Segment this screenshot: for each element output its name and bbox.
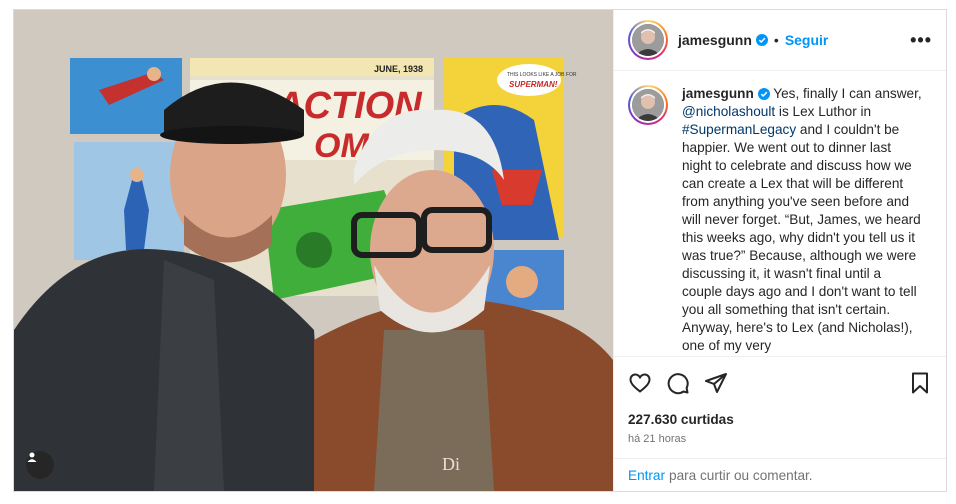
comic-bubble: THIS LOOKS LIKE A JOB FOR bbox=[507, 72, 577, 78]
verified-badge-icon bbox=[757, 88, 770, 101]
post-sidebar: jamesgunn • Seguir ••• jamesgunn Yes, fi… bbox=[613, 10, 946, 491]
follow-button[interactable]: Seguir bbox=[785, 32, 829, 48]
login-link[interactable]: Entrar bbox=[628, 468, 665, 483]
user-tag-icon[interactable] bbox=[26, 451, 54, 479]
separator: • bbox=[773, 32, 779, 48]
heart-icon[interactable] bbox=[628, 371, 652, 395]
mention-link[interactable]: @nicholashoult bbox=[682, 104, 775, 119]
login-prompt-text: para curtir ou comentar. bbox=[669, 467, 813, 483]
action-bar bbox=[614, 356, 946, 408]
post-timestamp[interactable]: há 21 horas bbox=[614, 433, 946, 445]
username[interactable]: jamesgunn bbox=[678, 32, 752, 48]
hashtag-link[interactable]: #SupermanLegacy bbox=[682, 122, 796, 137]
comic-bubble-2: SUPERMAN! bbox=[509, 80, 558, 89]
avatar[interactable] bbox=[628, 20, 668, 60]
post-caption: jamesgunn Yes, finally I can answer, @ni… bbox=[682, 85, 922, 356]
likes-count[interactable]: 227.630 curtidas bbox=[614, 412, 946, 427]
more-options-icon[interactable]: ••• bbox=[910, 30, 932, 51]
shirt-text: Di bbox=[442, 454, 460, 474]
photo-illustration: JUNE, 1938 ACTION OMI THIS LOOKS LIKE A … bbox=[14, 10, 613, 491]
caption-text: and I couldn't be happier. We went out t… bbox=[682, 122, 921, 353]
share-icon[interactable] bbox=[704, 371, 728, 395]
caption-username[interactable]: jamesgunn bbox=[682, 86, 754, 101]
comic-date: JUNE, 1938 bbox=[374, 64, 423, 74]
login-prompt: Entrar para curtir ou comentar. bbox=[614, 458, 946, 491]
post-photo[interactable]: JUNE, 1938 ACTION OMI THIS LOOKS LIKE A … bbox=[14, 10, 613, 491]
comment-icon[interactable] bbox=[666, 371, 690, 395]
caption-text: Yes, finally I can answer, bbox=[769, 86, 922, 101]
caption-avatar[interactable] bbox=[628, 85, 668, 125]
post-header: jamesgunn • Seguir ••• bbox=[614, 10, 946, 71]
verified-badge-icon bbox=[755, 34, 768, 46]
instagram-post: JUNE, 1938 ACTION OMI THIS LOOKS LIKE A … bbox=[13, 9, 947, 492]
caption-text: is Lex Luthor in bbox=[775, 104, 872, 119]
caption-area: jamesgunn Yes, finally I can answer, @ni… bbox=[614, 71, 946, 356]
bookmark-icon[interactable] bbox=[908, 371, 932, 395]
